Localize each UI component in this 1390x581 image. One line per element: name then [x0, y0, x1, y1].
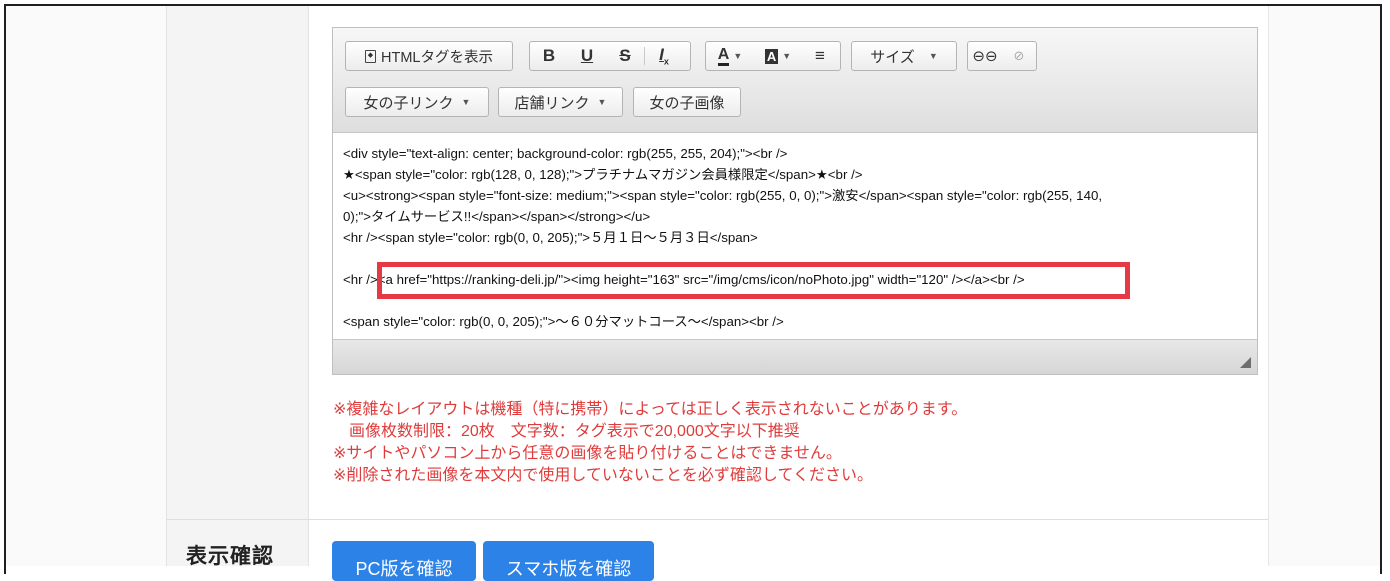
chevron-down-icon: ▼: [928, 51, 938, 61]
code-line: <hr /><span style="color: rgb(0, 0, 205)…: [343, 230, 758, 245]
sp-preview-button[interactable]: スマホ版を確認: [483, 541, 654, 581]
text-color-icon: A: [717, 46, 730, 66]
girl-image-label: 女の子画像: [649, 94, 725, 112]
girl-link-dropdown[interactable]: 女の子リンク ▼: [346, 88, 488, 116]
code-line: <div style="text-align: center; backgrou…: [343, 146, 788, 161]
sp-preview-label: スマホ版を確認: [505, 559, 632, 579]
remove-format-button[interactable]: Ix: [645, 42, 683, 70]
row-divider: [166, 519, 1268, 520]
show-html-tags-button[interactable]: ◆ HTMLタグを表示: [346, 42, 512, 70]
editor-statusbar: [333, 339, 1257, 374]
editor-toolbar: ◆ HTMLタグを表示 B U S Ix A ▼ A ▼ ≡ サイズ ▼ ⊖⊖ …: [333, 28, 1257, 133]
strikethrough-button[interactable]: S: [606, 42, 644, 70]
underline-button[interactable]: U: [568, 42, 606, 70]
bold-button[interactable]: B: [530, 42, 568, 70]
color-group: A ▼ A ▼ ≡: [705, 41, 841, 71]
code-line: ★<span style="color: rgb(128, 0, 128);">…: [343, 167, 863, 182]
code-line: <hr /><a href="https://ranking-deli.jp/"…: [343, 272, 1025, 287]
align-center-button[interactable]: ≡: [802, 42, 838, 70]
shop-link-group: 店舗リンク ▼: [498, 87, 623, 117]
link-group: ⊖⊖ ⊘: [967, 41, 1037, 71]
left-margin: [6, 6, 166, 566]
shop-link-dropdown[interactable]: 店舗リンク ▼: [499, 88, 622, 116]
link-icon: ⊖⊖: [972, 48, 998, 65]
bold-icon: B: [542, 46, 556, 65]
unlink-button[interactable]: ⊘: [1002, 42, 1036, 70]
background-color-icon: A: [764, 48, 779, 64]
html-tag-group: ◆ HTMLタグを表示: [345, 41, 513, 71]
chevron-down-icon: ▼: [782, 51, 792, 61]
girl-link-group: 女の子リンク ▼: [345, 87, 489, 117]
form-label-column: [166, 6, 309, 566]
right-margin: [1268, 6, 1380, 566]
rich-text-editor: ◆ HTMLタグを表示 B U S Ix A ▼ A ▼ ≡ サイズ ▼ ⊖⊖ …: [332, 27, 1258, 375]
size-group: サイズ ▼: [851, 41, 957, 71]
code-line: <span style="color: rgb(0, 0, 205);">〜６０…: [343, 314, 784, 329]
font-size-label: サイズ: [870, 48, 915, 66]
format-group: B U S Ix: [529, 41, 691, 71]
girl-image-group: 女の子画像: [633, 87, 741, 117]
show-html-tags-label: HTMLタグを表示: [381, 49, 493, 66]
editor-notes: ※複雑なレイアウトは機種（特に携帯）によっては正しく表示されないことがあります。…: [333, 399, 967, 487]
align-center-icon: ≡: [815, 46, 825, 65]
unlink-icon: ⊘: [1013, 48, 1025, 63]
pc-preview-label: PC版を確認: [355, 559, 453, 579]
note-line: 画像枚数制限：20枚 文字数：タグ表示で20,000文字以下推奨: [333, 423, 800, 440]
editor-content[interactable]: <div style="text-align: center; backgrou…: [343, 143, 1243, 332]
chevron-down-icon: ▼: [733, 51, 743, 61]
girl-link-label: 女の子リンク: [363, 94, 454, 112]
remove-format-icon: Ix: [659, 45, 669, 67]
resize-handle-icon[interactable]: [1240, 357, 1251, 368]
insert-link-button[interactable]: ⊖⊖: [968, 42, 1002, 70]
note-line: ※削除された画像を本文内で使用していないことを必ず確認してください。: [333, 467, 873, 484]
note-line: ※複雑なレイアウトは機種（特に携帯）によっては正しく表示されないことがあります。: [333, 401, 968, 418]
pc-preview-button[interactable]: PC版を確認: [332, 541, 476, 581]
code-line: 0);">タイムサービス!!</span></span></strong></u…: [343, 209, 651, 224]
chevron-down-icon: ▼: [461, 97, 471, 107]
shop-link-label: 店舗リンク: [514, 94, 590, 112]
text-color-button[interactable]: A ▼: [706, 42, 754, 70]
chevron-down-icon: ▼: [597, 97, 607, 107]
background-color-button[interactable]: A ▼: [754, 42, 802, 70]
note-line: ※サイトやパソコン上から任意の画像を貼り付けることはできません。: [333, 445, 842, 462]
code-line: <u><strong><span style="font-size: mediu…: [343, 188, 1103, 203]
underline-icon: U: [580, 46, 594, 65]
font-size-dropdown[interactable]: サイズ ▼: [852, 42, 956, 70]
girl-image-button[interactable]: 女の子画像: [634, 88, 740, 116]
source-code-icon: ◆: [365, 49, 376, 63]
strikethrough-icon: S: [619, 46, 631, 65]
